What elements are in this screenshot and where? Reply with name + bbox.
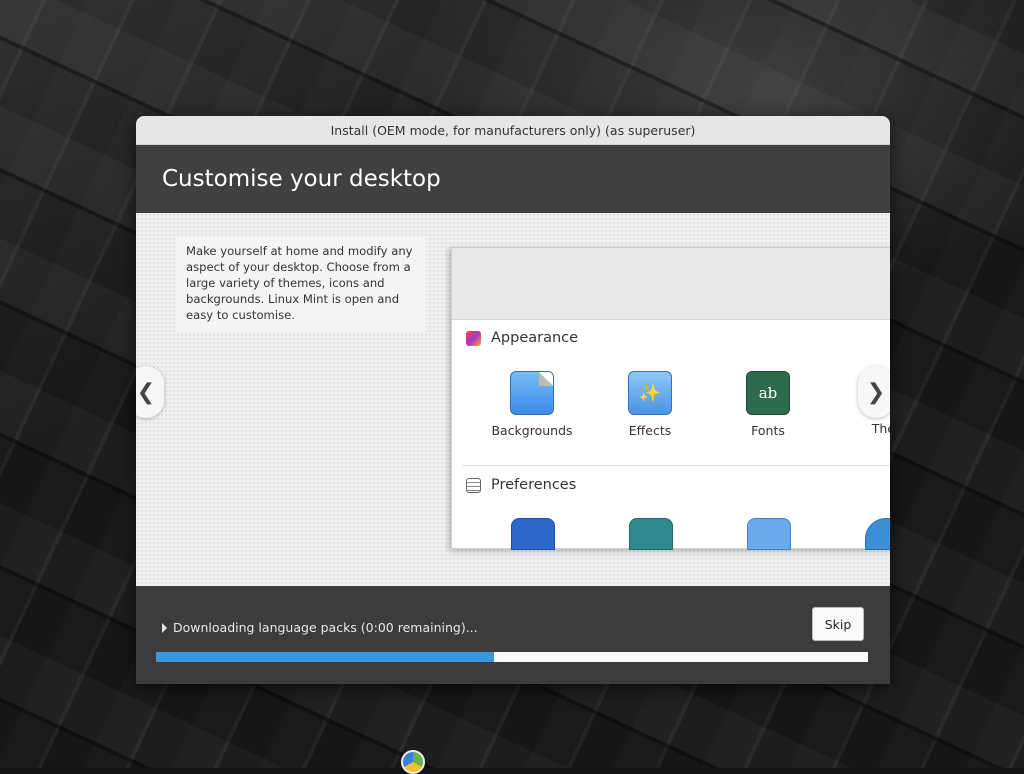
backgrounds-icon <box>510 371 554 415</box>
effects-icon: ✨ <box>628 371 672 415</box>
page-header: Customise your desktop <box>136 145 890 213</box>
slideshow: Make yourself at home and modify any asp… <box>136 213 890 586</box>
accessibility-icon <box>511 518 555 550</box>
chevron-left-icon: ❮ <box>136 379 156 405</box>
status-text: Downloading language packs (0:00 remaini… <box>173 620 478 635</box>
app-label: Fonts <box>751 423 785 438</box>
app-label: Ther <box>871 421 890 436</box>
previous-slide-button[interactable]: ❮ <box>136 366 164 418</box>
appearance-label: Appearance <box>491 330 579 346</box>
chevron-right-icon: ❯ <box>866 379 886 405</box>
appearance-icon <box>466 330 481 346</box>
preview-toolbar <box>452 248 890 320</box>
preview-screenshot: Appearance Backgrounds ✨ Effects ab Font… <box>451 247 890 550</box>
applets-icon <box>747 518 791 550</box>
date-time-icon <box>865 518 890 550</box>
window-titlebar[interactable]: Install (OEM mode, for manufacturers onl… <box>136 116 890 145</box>
slide-description: Make yourself at home and modify any asp… <box>176 237 426 333</box>
fonts-icon: ab <box>746 371 790 415</box>
appearance-section-header: Appearance <box>466 330 578 346</box>
expander-arrow-icon <box>162 622 167 633</box>
window-title: Install (OEM mode, for manufacturers onl… <box>330 122 696 138</box>
section-divider <box>462 465 890 466</box>
preferences-label: Preferences <box>491 477 577 493</box>
app-label: Effects <box>628 423 672 438</box>
progress-bar-fill <box>156 652 495 662</box>
app-label: Backgrounds <box>491 423 573 438</box>
skip-button[interactable]: Skip <box>812 607 864 641</box>
preferences-section-header: Preferences <box>466 477 576 493</box>
progress-bar <box>156 652 868 662</box>
account-details-icon <box>629 518 673 550</box>
app-fonts: ab Fonts <box>713 371 823 438</box>
installer-footer: Downloading language packs (0:00 remaini… <box>136 586 890 684</box>
page-title: Customise your desktop <box>162 166 441 192</box>
app-effects: ✨ Effects <box>595 371 705 438</box>
installer-window: Install (OEM mode, for manufacturers onl… <box>136 116 890 684</box>
status-expander[interactable]: Downloading language packs (0:00 remaini… <box>162 620 478 635</box>
busy-cursor-icon <box>401 750 425 774</box>
skip-button-label: Skip <box>824 616 852 632</box>
next-slide-button[interactable]: ❯ <box>858 366 890 418</box>
app-backgrounds: Backgrounds <box>477 371 587 438</box>
preferences-icon <box>466 477 481 493</box>
